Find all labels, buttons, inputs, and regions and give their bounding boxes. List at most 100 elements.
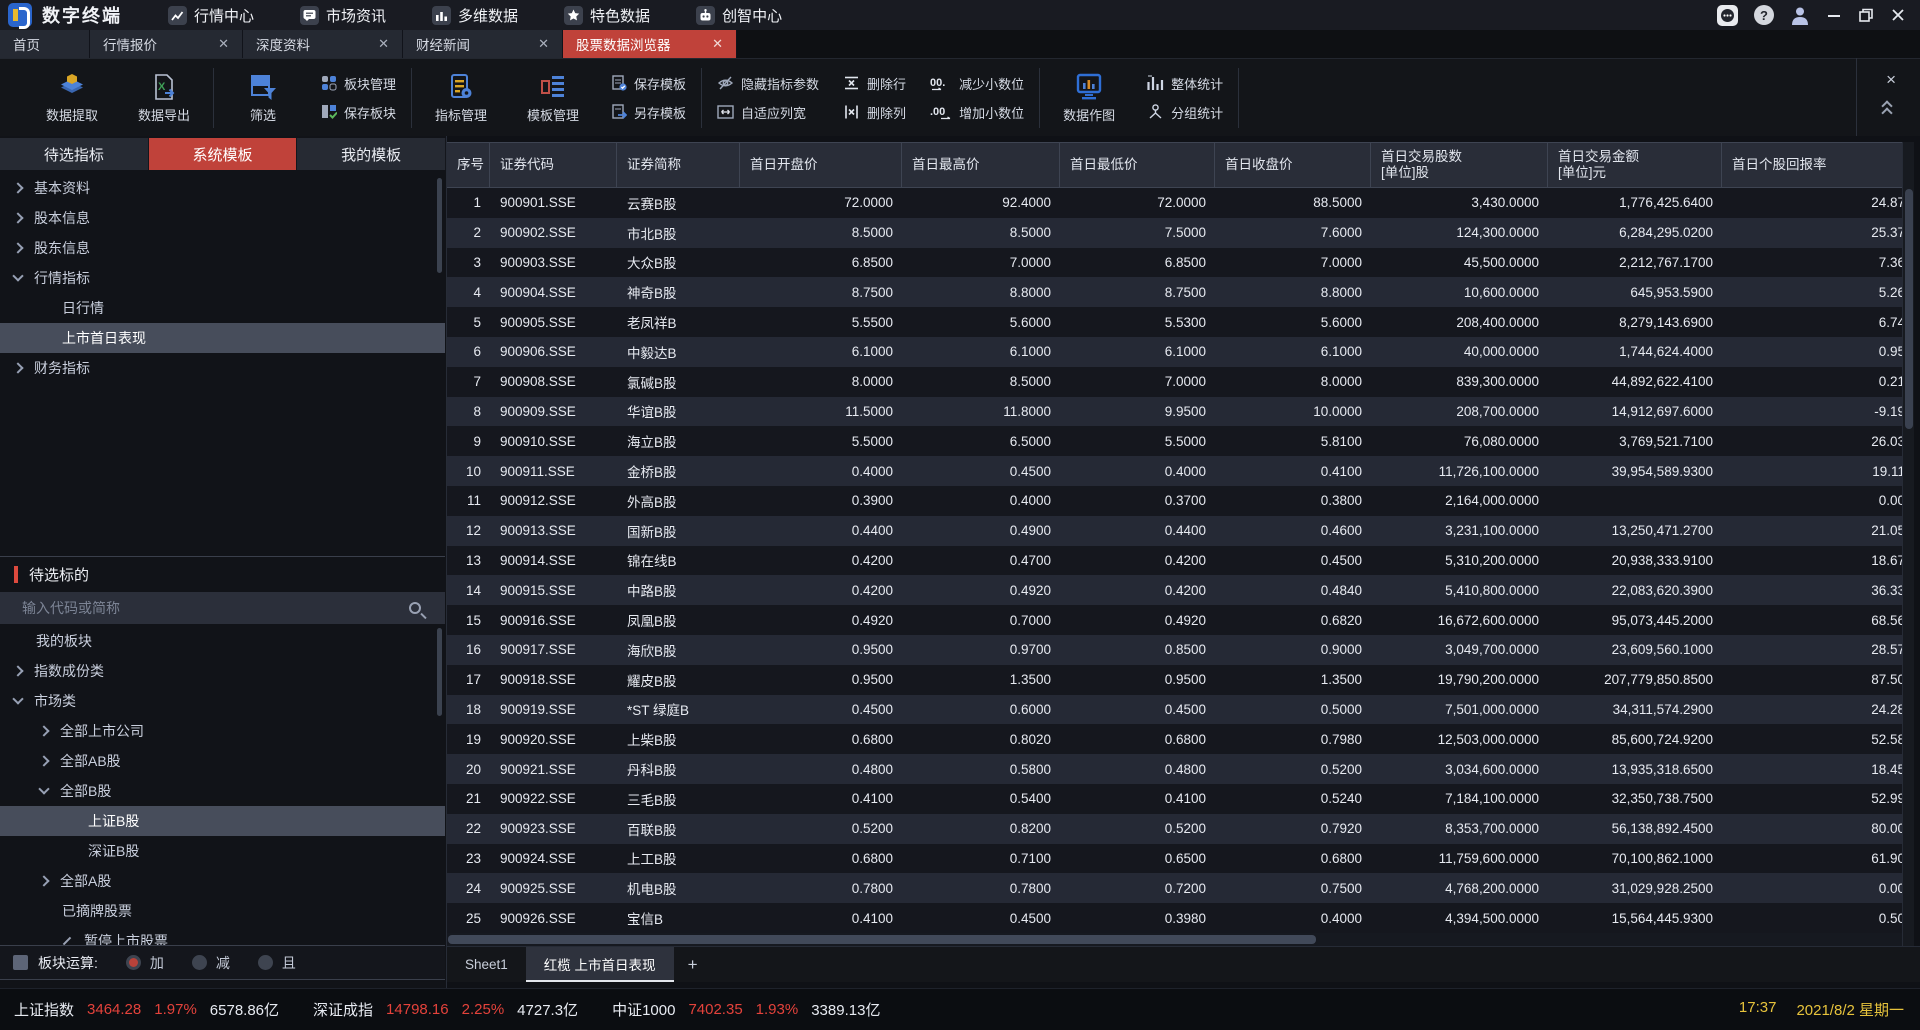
toolbar-button-extract[interactable]: 数据提取 <box>26 59 118 136</box>
table-row-5[interactable]: 5900905.SSE老凤祥B5.55005.60005.53005.60002… <box>447 307 1902 337</box>
menu-item-5[interactable]: 创智中心 <box>696 5 782 26</box>
operation-radio-加[interactable]: 加 <box>126 953 164 973</box>
table-row-4[interactable]: 4900904.SSE神奇B股8.75008.80008.75008.80001… <box>447 277 1902 307</box>
search-input[interactable] <box>0 600 409 616</box>
table-row-22[interactable]: 22900923.SSE百联B股0.52000.82000.52000.7920… <box>447 814 1902 844</box>
tab-close-icon[interactable]: ✕ <box>218 36 229 52</box>
toolbar-button-save-doc[interactable]: 保存模板 <box>611 74 686 93</box>
tab-close-icon[interactable]: ✕ <box>378 36 389 52</box>
menu-item-2[interactable]: 市场资讯 <box>300 5 386 26</box>
radio-icon[interactable] <box>192 955 207 970</box>
column-header-10[interactable]: 首日个股回报率 <box>1722 143 1902 187</box>
menu-item-3[interactable]: 多维数据 <box>432 5 518 26</box>
table-row-17[interactable]: 17900918.SSE耀皮B股0.95001.35000.95001.3500… <box>447 665 1902 695</box>
toolbar-button-hide-eye[interactable]: 隐藏指标参数 <box>717 74 819 93</box>
toolbar-button-dec-decimal[interactable]: 00.减少小数位 <box>930 74 1024 93</box>
toolbar-button-export[interactable]: X数据导出 <box>118 59 210 136</box>
table-row-16[interactable]: 16900917.SSE海欣B股0.95000.97000.85000.9000… <box>447 635 1902 665</box>
restore-button[interactable] <box>1858 7 1874 23</box>
column-header-9[interactable]: 首日交易金额[单位]元 <box>1548 143 1722 187</box>
table-row-24[interactable]: 24900925.SSE机电B股0.78000.78000.72000.7500… <box>447 873 1902 903</box>
target-item-4[interactable]: 全部上市公司 <box>0 716 445 746</box>
toolbar-button-inc-decimal[interactable]: .00增加小数位 <box>930 103 1024 122</box>
column-header-5[interactable]: 首日最高价 <box>902 143 1060 187</box>
doc-tab-2[interactable]: 行情报价✕ <box>90 30 243 58</box>
block-operation-checkbox[interactable] <box>13 955 28 970</box>
table-row-9[interactable]: 9900910.SSE海立B股5.50006.50005.50005.81007… <box>447 426 1902 456</box>
table-row-20[interactable]: 20900921.SSE丹科B股0.48000.58000.48000.5200… <box>447 754 1902 784</box>
table-row-2[interactable]: 2900902.SSE市北B股8.50008.50007.50007.60001… <box>447 218 1902 248</box>
indicator-item-1[interactable]: 基本资料 <box>0 173 445 203</box>
toolbar-button-group-stats[interactable]: 分组统计 <box>1147 103 1223 122</box>
toolbar-button-save-block[interactable]: 保存板块 <box>321 103 396 122</box>
column-header-2[interactable]: 证券代码 <box>490 143 617 187</box>
target-item-6[interactable]: 全部B股 <box>0 776 445 806</box>
doc-tab-3[interactable]: 深度资料✕ <box>243 30 403 58</box>
target-item-7[interactable]: 上证B股 <box>0 806 445 836</box>
operation-radio-减[interactable]: 减 <box>192 953 230 973</box>
indicator-item-4[interactable]: 行情指标 <box>0 263 445 293</box>
indicator-item-5[interactable]: 日行情 <box>0 293 445 323</box>
user-icon[interactable] <box>1790 5 1810 25</box>
table-row-19[interactable]: 19900920.SSE上柴B股0.68000.80200.68000.7980… <box>447 724 1902 754</box>
target-item-1[interactable]: 我的板块 <box>0 626 445 656</box>
target-item-2[interactable]: 指数成份类 <box>0 656 445 686</box>
column-header-3[interactable]: 证券简称 <box>617 143 740 187</box>
toolbar-button-del-col[interactable]: 删除列 <box>843 103 906 122</box>
radio-icon[interactable] <box>126 955 141 970</box>
target-item-5[interactable]: 全部AB股 <box>0 746 445 776</box>
radio-icon[interactable] <box>258 955 273 970</box>
target-item-3[interactable]: 市场类 <box>0 686 445 716</box>
column-header-1[interactable]: 序号 <box>447 143 490 187</box>
message-icon[interactable] <box>1717 5 1738 26</box>
table-row-12[interactable]: 12900913.SSE国新B股0.44000.49000.44000.4600… <box>447 516 1902 546</box>
table-row-13[interactable]: 13900914.SSE锦在线B0.42000.47000.42000.4500… <box>447 546 1902 576</box>
target-item-10[interactable]: 已摘牌股票 <box>0 896 445 926</box>
table-row-14[interactable]: 14900915.SSE中路B股0.42000.49200.42000.4840… <box>447 575 1902 605</box>
table-row-23[interactable]: 23900924.SSE上工B股0.68000.71000.65000.6800… <box>447 844 1902 874</box>
table-row-25[interactable]: 25900926.SSE宝信B0.41000.45000.39800.40004… <box>447 903 1902 933</box>
table-row-10[interactable]: 10900911.SSE金桥B股0.40000.45000.40000.4100… <box>447 456 1902 486</box>
table-row-21[interactable]: 21900922.SSE三毛B股0.41000.54000.41000.5240… <box>447 784 1902 814</box>
help-icon[interactable]: ? <box>1754 5 1774 25</box>
panel-tab-1[interactable]: 待选指标 <box>0 138 149 170</box>
toolbar-button-filter[interactable]: 筛选 <box>217 59 309 136</box>
table-row-6[interactable]: 6900906.SSE中毅达B6.10006.10006.10006.10004… <box>447 337 1902 367</box>
table-row-11[interactable]: 11900912.SSE外高B股0.39000.40000.37000.3800… <box>447 486 1902 516</box>
doc-tab-4[interactable]: 财经新闻✕ <box>403 30 563 58</box>
table-row-1[interactable]: 1900901.SSE云赛B股72.000092.400072.000088.5… <box>447 188 1902 218</box>
minimize-button[interactable] <box>1826 7 1842 23</box>
toolbar-button-overall-stats[interactable]: 整体统计 <box>1147 74 1223 93</box>
column-header-4[interactable]: 首日开盘价 <box>740 143 902 187</box>
target-item-9[interactable]: 全部A股 <box>0 866 445 896</box>
toolbar-button-template[interactable]: 模板管理 <box>507 59 599 136</box>
sheet-tab-1[interactable]: Sheet1 <box>447 947 526 982</box>
indicator-tree-scrollbar[interactable] <box>437 178 442 273</box>
indicator-item-2[interactable]: 股本信息 <box>0 203 445 233</box>
toolbar-button-saveas-doc[interactable]: 另存模板 <box>611 103 686 122</box>
indicator-item-7[interactable]: 财务指标 <box>0 353 445 383</box>
column-header-8[interactable]: 首日交易股数[单位]股 <box>1371 143 1548 187</box>
table-row-8[interactable]: 8900909.SSE华谊B股11.500011.80009.950010.00… <box>447 397 1902 427</box>
target-item-8[interactable]: 深证B股 <box>0 836 445 866</box>
column-header-7[interactable]: 首日收盘价 <box>1215 143 1371 187</box>
search-icon[interactable] <box>409 602 421 614</box>
toolbar-button-chart-btn[interactable]: 数据作图 <box>1043 59 1135 136</box>
indicator-item-3[interactable]: 股东信息 <box>0 233 445 263</box>
table-row-15[interactable]: 15900916.SSE凤凰B股0.49200.70000.49200.6820… <box>447 605 1902 635</box>
table-horizontal-scrollbar[interactable] <box>447 933 1902 946</box>
target-item-11[interactable]: 暂停上市股票 <box>0 926 445 945</box>
doc-tab-5[interactable]: 股票数据浏览器✕ <box>563 30 737 58</box>
menu-item-1[interactable]: 行情中心 <box>168 5 254 26</box>
tab-close-icon[interactable]: ✕ <box>712 36 723 52</box>
panel-tab-2[interactable]: 系统模板 <box>149 138 298 170</box>
table-row-18[interactable]: 18900919.SSE*ST 绿庭B0.45000.60000.45000.5… <box>447 695 1902 725</box>
column-header-6[interactable]: 首日最低价 <box>1060 143 1215 187</box>
indicator-item-6[interactable]: 上市首日表现 <box>0 323 445 353</box>
table-row-7[interactable]: 7900908.SSE氯碱B股8.00008.50007.00008.00008… <box>447 367 1902 397</box>
sheet-tab-2[interactable]: 红榄 上市首日表现 <box>526 947 674 982</box>
table-vertical-scrollbar[interactable] <box>1902 142 1914 946</box>
tab-close-icon[interactable]: ✕ <box>538 36 549 52</box>
close-button[interactable] <box>1890 7 1906 23</box>
panel-tab-3[interactable]: 我的模板 <box>297 138 446 170</box>
